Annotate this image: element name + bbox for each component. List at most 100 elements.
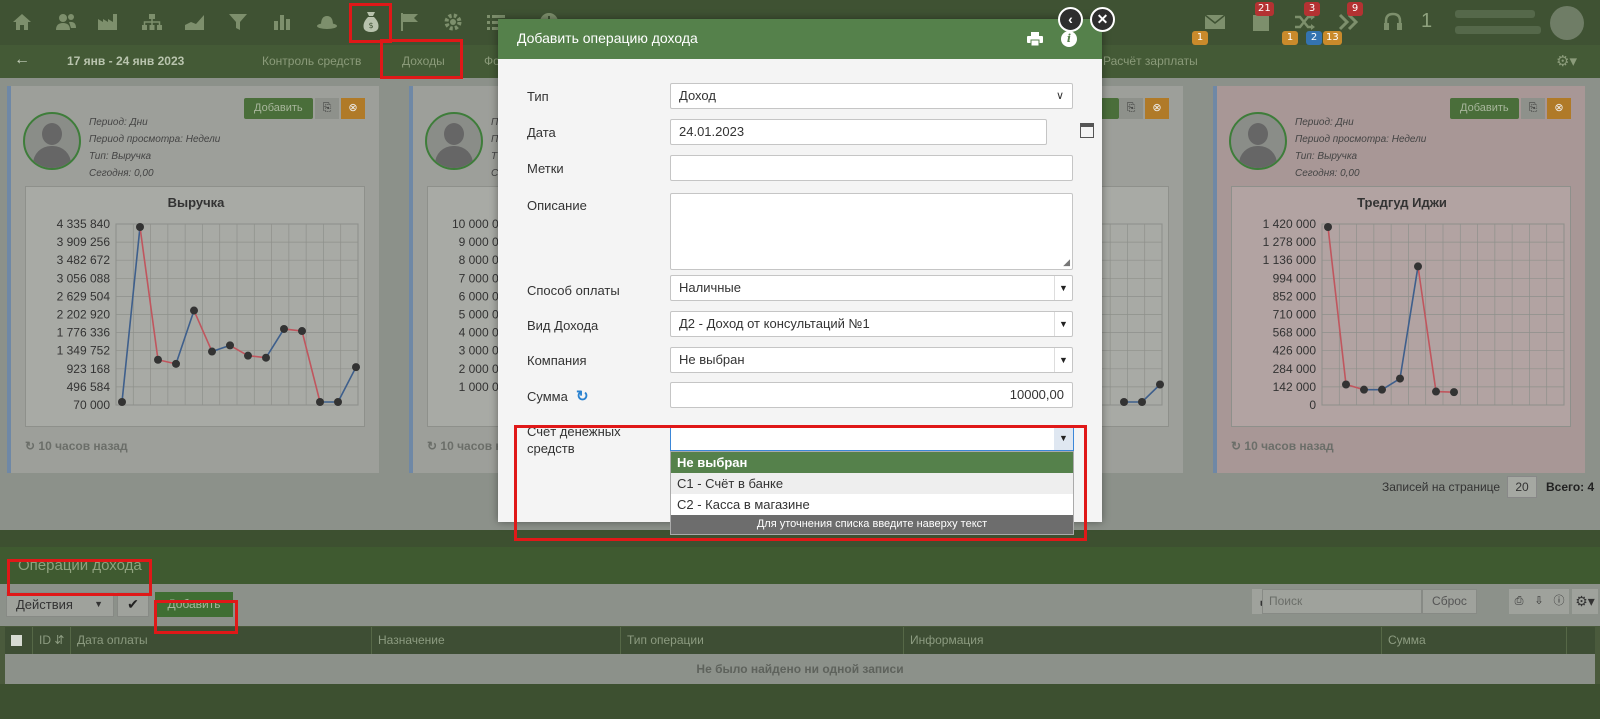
series-line-segment [1399, 266, 1419, 379]
forward-count-badge: 9 [1347, 2, 1363, 16]
card-close-icon[interactable]: ⊗ [1145, 98, 1169, 119]
data-point[interactable] [1324, 223, 1332, 231]
flag-icon[interactable] [397, 9, 423, 35]
y-tick-label: 1 776 336 [57, 326, 111, 340]
user-count: 1 [1421, 10, 1433, 32]
headset-icon[interactable] [1380, 9, 1406, 35]
reset-button[interactable]: Сброс [1422, 589, 1477, 614]
income-type-select[interactable]: Д2 - Доход от консультаций №1 ▼ [670, 311, 1073, 337]
data-point[interactable] [1378, 385, 1386, 394]
select-all-checkbox[interactable] [5, 627, 33, 654]
area-chart-icon[interactable] [182, 9, 208, 35]
modal-back-button[interactable]: ‹ [1058, 7, 1083, 32]
back-arrow-icon[interactable]: ← [14, 51, 30, 69]
y-tick-label: 923 168 [67, 362, 111, 376]
card-add-button[interactable]: Добавить [244, 98, 313, 119]
bar-chart-icon[interactable] [269, 9, 295, 35]
settings-gear-icon[interactable]: ⚙▾ [1556, 52, 1577, 70]
tab-funds-control[interactable]: Контроль средств [262, 54, 361, 68]
company-select[interactable]: Не выбран ▼ [670, 347, 1073, 373]
caret-down-icon: ▼ [94, 599, 103, 609]
users-icon[interactable] [53, 9, 79, 35]
date-label: Дата [527, 125, 556, 140]
card-close-icon[interactable]: ⊗ [1547, 98, 1571, 119]
payment-method-select[interactable]: Наличные ▼ [670, 275, 1073, 301]
gear-icon[interactable] [440, 9, 466, 35]
info-icon[interactable]: i [1061, 31, 1077, 47]
tags-input[interactable] [670, 155, 1073, 181]
data-point[interactable] [1156, 380, 1164, 389]
data-point[interactable] [1450, 388, 1458, 397]
org-chart-icon[interactable] [139, 9, 165, 35]
y-tick-label: 1 278 000 [1263, 235, 1317, 249]
data-point[interactable] [118, 398, 126, 406]
total-count: Всего: 4 [1546, 480, 1595, 494]
card-refresh-status[interactable]: ↻ 10 часов назад [25, 439, 128, 453]
highlight-operations-title [7, 559, 152, 596]
print-icon[interactable]: ⎙ [1509, 589, 1529, 614]
column-operation-type[interactable]: Тип операции [621, 627, 904, 654]
data-point[interactable] [172, 359, 180, 368]
print-icon[interactable] [1027, 32, 1043, 47]
data-point[interactable] [298, 327, 306, 336]
data-point[interactable] [1360, 385, 1368, 394]
info-icon[interactable]: ⓘ [1549, 589, 1569, 614]
chart-title: Выручка [168, 195, 226, 210]
y-tick-label: 1 420 000 [1263, 217, 1317, 231]
data-point[interactable] [1396, 374, 1404, 383]
data-point[interactable] [262, 353, 270, 362]
card-add-button[interactable]: Добавить [1450, 98, 1519, 119]
tab-salary[interactable]: Расчёт зарплаты [1103, 54, 1198, 68]
data-point[interactable] [1432, 387, 1440, 396]
data-point[interactable] [352, 363, 360, 372]
series-line-segment [193, 310, 213, 352]
avatar[interactable] [1550, 6, 1584, 40]
card-copy-icon[interactable]: ⎘ [1521, 98, 1545, 119]
tasks-count-badge: 21 [1255, 2, 1274, 16]
factory-icon[interactable] [95, 9, 121, 35]
y-tick-label: 70 000 [73, 398, 110, 412]
data-point[interactable] [316, 398, 324, 406]
data-point[interactable] [1138, 398, 1146, 406]
amount-input[interactable]: 10000,00 [670, 382, 1073, 408]
settings-gear-icon[interactable]: ⚙▾ [1572, 589, 1598, 614]
person-avatar-icon [23, 112, 81, 170]
data-point[interactable] [190, 306, 198, 315]
description-textarea[interactable]: ◢ [670, 193, 1073, 270]
description-label: Описание [527, 198, 587, 213]
data-point[interactable] [226, 341, 234, 350]
hat-icon[interactable] [314, 9, 340, 35]
export-icon[interactable]: ⇩ [1529, 589, 1549, 614]
calendar-icon[interactable] [1080, 123, 1094, 138]
resize-grip-icon[interactable]: ◢ [1063, 257, 1070, 268]
card-refresh-status[interactable]: ↻ 10 часов назад [1231, 439, 1334, 453]
card-close-icon[interactable]: ⊗ [341, 98, 365, 119]
search-input[interactable]: Поиск [1262, 589, 1422, 614]
data-point[interactable] [136, 223, 144, 231]
data-point[interactable] [280, 324, 288, 333]
type-select[interactable]: Доход ∨ [670, 83, 1073, 109]
data-point[interactable] [244, 351, 252, 360]
revenue-chart: Выручка 4 335 840 3 909 256 3 482 672 3 056 … [25, 186, 365, 427]
column-purpose[interactable]: Назначение [372, 627, 621, 654]
card-copy-icon[interactable]: ⎘ [315, 98, 339, 119]
refresh-rate-icon[interactable]: ↻ [576, 387, 589, 405]
data-point[interactable] [1414, 262, 1422, 271]
date-range[interactable]: 17 янв - 24 янв 2023 [67, 54, 184, 68]
data-point[interactable] [1342, 380, 1350, 389]
card-copy-icon[interactable]: ⎘ [1119, 98, 1143, 119]
data-point[interactable] [154, 355, 162, 364]
data-point[interactable] [208, 347, 216, 356]
home-icon[interactable] [9, 9, 35, 35]
column-info[interactable]: Информация [904, 627, 1382, 654]
data-point[interactable] [334, 398, 342, 406]
y-tick-label: 710 000 [1273, 308, 1317, 322]
operations-header [0, 547, 1600, 584]
column-amount[interactable]: Сумма [1382, 627, 1567, 654]
filter-icon[interactable] [225, 9, 251, 35]
modal-close-button[interactable]: ✕ [1090, 7, 1115, 32]
y-tick-label: 496 584 [67, 380, 111, 394]
date-field[interactable]: 24.01.2023 [670, 119, 1047, 145]
data-point[interactable] [1120, 398, 1128, 406]
column-id[interactable]: ID ⇵ [33, 627, 71, 654]
